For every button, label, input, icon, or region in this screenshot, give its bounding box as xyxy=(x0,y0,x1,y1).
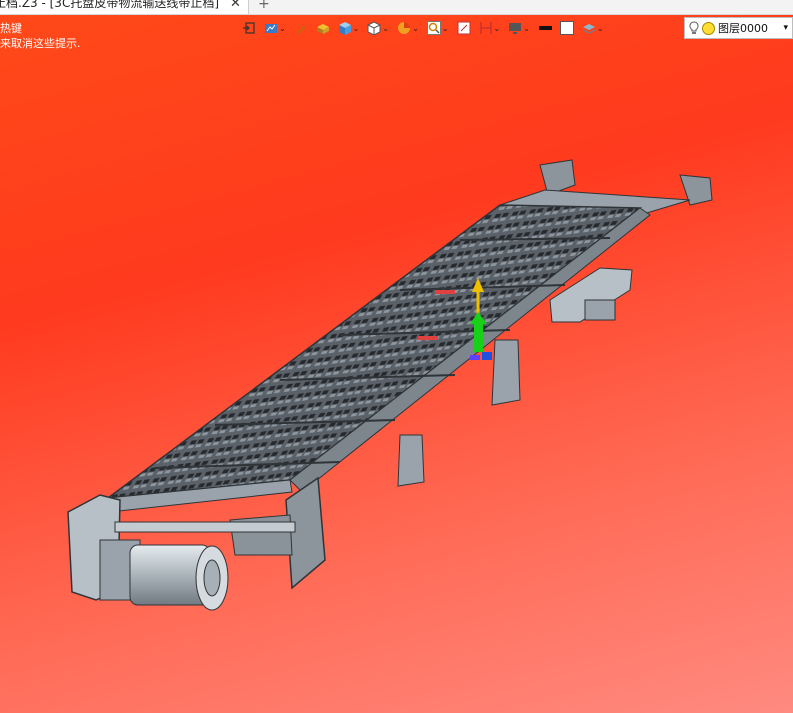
snap-icon xyxy=(457,21,471,35)
color-swatch-button[interactable] xyxy=(558,17,576,39)
cube-wire-icon xyxy=(367,21,381,35)
pie-icon xyxy=(398,22,411,34)
document-tab[interactable]: 止档.Z3 - [3C托盘皮带物流输送线带止档] ✕ xyxy=(0,0,249,14)
chevron-down-icon: ⌄ xyxy=(441,23,449,33)
color-swatch-icon xyxy=(559,21,574,35)
line-style-button[interactable] xyxy=(536,17,554,39)
chevron-down-icon: ▾ xyxy=(783,23,788,33)
pen-button[interactable] xyxy=(292,17,310,39)
hotkey-hint: 热键 xyxy=(0,22,22,35)
display-button[interactable]: ⌄ xyxy=(506,17,532,39)
box-icon xyxy=(316,24,329,34)
new-tab-button[interactable]: + xyxy=(258,0,270,12)
zoom-button[interactable]: ⌄ xyxy=(425,17,451,39)
tab-title: 止档.Z3 - [3C托盘皮带物流输送线带止档] xyxy=(0,0,220,10)
lightbulb-icon xyxy=(689,21,699,34)
display-icon xyxy=(509,23,522,34)
view-orient-button[interactable]: ⌄ xyxy=(262,17,288,39)
cube-shaded-icon xyxy=(338,22,351,35)
section-button[interactable]: ⌄ xyxy=(477,17,503,39)
layer-select[interactable]: 图层0000 ▾ xyxy=(684,17,793,39)
layer-stack-button[interactable]: ⌄ xyxy=(580,17,606,39)
pen-icon xyxy=(296,25,306,34)
pie-button[interactable]: ⌄ xyxy=(395,17,421,39)
chevron-down-icon: ⌄ xyxy=(279,23,286,33)
chevron-down-icon: ⌄ xyxy=(412,23,419,33)
view-orient-icon xyxy=(265,24,277,33)
layer-label: 图层0000 xyxy=(718,22,768,35)
chevron-down-icon: ⌄ xyxy=(382,23,390,33)
snap-button[interactable] xyxy=(455,17,473,39)
conveyor-deck xyxy=(105,204,651,513)
exit-icon xyxy=(243,22,255,34)
3d-viewport[interactable] xyxy=(0,40,793,713)
line-style-icon xyxy=(538,26,552,30)
section-icon xyxy=(479,22,492,34)
close-tab-button[interactable]: ✕ xyxy=(230,0,241,10)
layer-stack-icon xyxy=(582,24,596,34)
view-toolbar: ⌄ ⌄ ⌄ ⌄ ⌄ ⌄ ⌄ ⌄ xyxy=(240,17,610,39)
chevron-down-icon: ⌄ xyxy=(352,23,360,33)
shaded-cube-button[interactable]: ⌄ xyxy=(336,17,362,39)
chevron-down-icon: ⌄ xyxy=(523,23,530,33)
wire-cube-button[interactable]: ⌄ xyxy=(365,17,391,39)
zoom-icon xyxy=(426,21,441,35)
layer-color-dot xyxy=(702,21,715,35)
box-button[interactable] xyxy=(314,17,332,39)
chevron-down-icon: ⌄ xyxy=(596,23,604,33)
exit-button[interactable] xyxy=(240,17,258,39)
chevron-down-icon: ⌄ xyxy=(493,23,501,33)
title-bar: 止档.Z3 - [3C托盘皮带物流输送线带止档] ✕ + xyxy=(0,0,793,15)
